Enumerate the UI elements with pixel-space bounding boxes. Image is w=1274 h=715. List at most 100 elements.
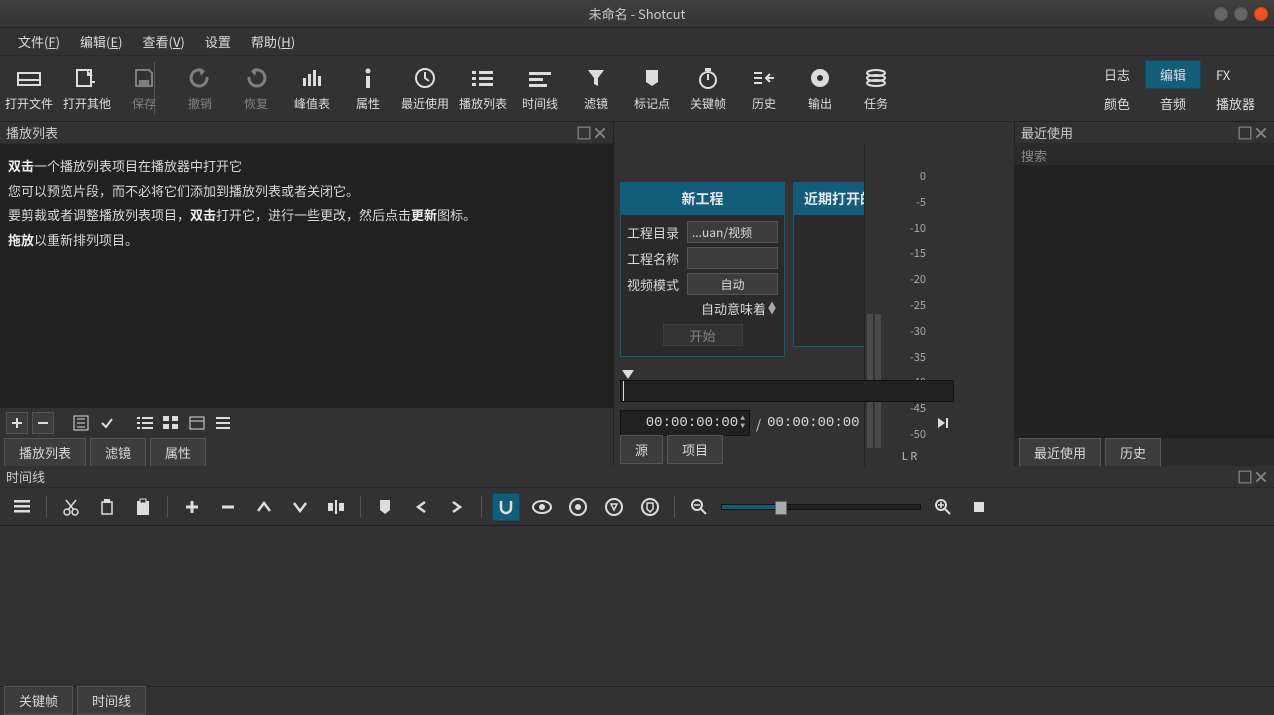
menu-help[interactable]: 帮助(H) (241, 28, 305, 55)
timecode-input[interactable]: 00:00:00:00 ▲▼ (620, 410, 750, 436)
recent-panel-title: 最近使用 (1021, 123, 1073, 142)
recent-tab-recent[interactable]: 最近使用 (1019, 438, 1101, 467)
lift-button[interactable] (250, 493, 278, 521)
snap-button[interactable] (492, 493, 520, 521)
recent-search-input[interactable]: 搜索 (1015, 144, 1274, 166)
bottom-tab-timeline[interactable]: 时间线 (77, 686, 146, 715)
layout-fx[interactable]: FX (1201, 60, 1245, 89)
video-mode-select[interactable]: 自动 (687, 273, 778, 295)
append-button[interactable] (178, 493, 206, 521)
next-marker-button[interactable] (443, 493, 471, 521)
prev-marker-button[interactable] (407, 493, 435, 521)
skip-to-end-button[interactable] (932, 412, 954, 434)
redo-button[interactable]: 恢复 (228, 56, 284, 121)
timeline-menu-button[interactable] (8, 493, 36, 521)
maximize-button[interactable] (1234, 7, 1248, 21)
playlist-add-button[interactable] (6, 412, 28, 434)
jobs-button[interactable]: 任务 (848, 56, 904, 121)
split-button[interactable] (322, 493, 350, 521)
marker-button[interactable] (371, 493, 399, 521)
subtab-properties[interactable]: 属性 (150, 438, 206, 467)
bottom-tab-keyframes[interactable]: 关键帧 (4, 686, 73, 715)
save-button[interactable]: 保存 (116, 56, 172, 121)
funnel-icon (586, 65, 606, 91)
ripple-button[interactable] (564, 493, 592, 521)
markers-button[interactable]: 标记点 (624, 56, 680, 121)
subtab-filters[interactable]: 滤镜 (90, 438, 146, 467)
cut-button[interactable] (57, 493, 85, 521)
timeline-panel-float-icon[interactable] (1238, 470, 1252, 484)
layout-audio[interactable]: 音频 (1145, 89, 1201, 118)
zoom-in-button[interactable] (929, 493, 957, 521)
layout-player[interactable]: 播放器 (1201, 89, 1270, 118)
project-dir-button[interactable]: ...uan/视频 (687, 221, 778, 243)
panel-float-icon[interactable] (577, 126, 591, 140)
player-tab-project[interactable]: 项目 (667, 435, 723, 464)
open-file-button[interactable]: 打开文件 (0, 56, 58, 121)
layout-log[interactable]: 日志 (1089, 60, 1145, 89)
timeline-icon (529, 65, 551, 91)
output-button[interactable]: 输出 (792, 56, 848, 121)
minimize-button[interactable] (1214, 7, 1228, 21)
playhead-marker[interactable] (622, 370, 634, 379)
menu-edit[interactable]: 编辑(E) (70, 28, 133, 55)
menu-view[interactable]: 查看(V) (133, 28, 195, 55)
zoom-slider[interactable] (721, 504, 921, 510)
history-icon (752, 65, 776, 91)
copy-button[interactable] (93, 493, 121, 521)
keyframes-button[interactable]: 关键帧 (680, 56, 736, 121)
close-button[interactable] (1254, 7, 1268, 21)
ripple-all-button[interactable] (600, 493, 628, 521)
playlist-button[interactable]: 播放列表 (454, 56, 512, 121)
timeline-toolbar (0, 488, 1274, 526)
menu-file[interactable]: 文件(F) (8, 28, 70, 55)
recent-panel-close-icon[interactable] (1254, 126, 1268, 140)
playlist-view-icons-button[interactable] (186, 412, 208, 434)
project-name-input[interactable] (687, 247, 778, 269)
video-mode-label: 视频模式 (627, 275, 683, 294)
menu-bar: 文件(F) 编辑(E) 查看(V) 设置 帮助(H) (0, 28, 1274, 56)
menu-settings[interactable]: 设置 (195, 28, 241, 55)
player-tab-source[interactable]: 源 (620, 435, 663, 464)
player-scrubber[interactable] (620, 380, 954, 402)
save-icon (133, 65, 155, 91)
layout-edit[interactable]: 编辑 (1145, 60, 1201, 89)
peak-meter-icon (301, 65, 323, 91)
playlist-check-button[interactable] (96, 412, 118, 434)
overwrite-button[interactable] (286, 493, 314, 521)
playlist-view-detail-button[interactable] (134, 412, 156, 434)
open-file-icon (16, 65, 42, 91)
subtab-playlist[interactable]: 播放列表 (4, 438, 86, 467)
paste-button[interactable] (129, 493, 157, 521)
peak-meter-button[interactable]: 峰值表 (284, 56, 340, 121)
clock-icon (414, 65, 436, 91)
remove-button[interactable] (214, 493, 242, 521)
filters-button[interactable]: 滤镜 (568, 56, 624, 121)
project-dir-label: 工程目录 (627, 223, 683, 242)
panel-close-icon[interactable] (593, 126, 607, 140)
timeline-tracks-area[interactable] (0, 526, 1274, 686)
timeline-panel-close-icon[interactable] (1254, 470, 1268, 484)
playlist-remove-button[interactable] (32, 412, 54, 434)
recent-button[interactable]: 最近使用 (396, 56, 454, 121)
timeline-button[interactable]: 时间线 (512, 56, 568, 121)
playlist-panel: 播放列表 双击一个播放列表项目在播放器中打开它 您可以预览片段，而不必将它们添加… (0, 122, 614, 466)
history-button[interactable]: 历史 (736, 56, 792, 121)
layout-color[interactable]: 颜色 (1089, 89, 1145, 118)
undo-button[interactable]: 撤销 (172, 56, 228, 121)
undo-icon (189, 65, 211, 91)
properties-button[interactable]: 属性 (340, 56, 396, 121)
zoom-fit-button[interactable] (965, 493, 993, 521)
playlist-menu-button[interactable] (212, 412, 234, 434)
ripple-markers-button[interactable] (636, 493, 664, 521)
project-start-button[interactable]: 开始 (663, 324, 743, 346)
zoom-slider-handle[interactable] (775, 501, 787, 515)
recent-panel-float-icon[interactable] (1238, 126, 1252, 140)
scrub-audio-button[interactable] (528, 493, 556, 521)
playlist-view-tiles-button[interactable] (160, 412, 182, 434)
timecode-separator: / (756, 414, 761, 433)
recent-tab-history[interactable]: 历史 (1105, 438, 1161, 467)
open-other-button[interactable]: 打开其他 (58, 56, 116, 121)
zoom-out-button[interactable] (685, 493, 713, 521)
playlist-update-button[interactable] (70, 412, 92, 434)
